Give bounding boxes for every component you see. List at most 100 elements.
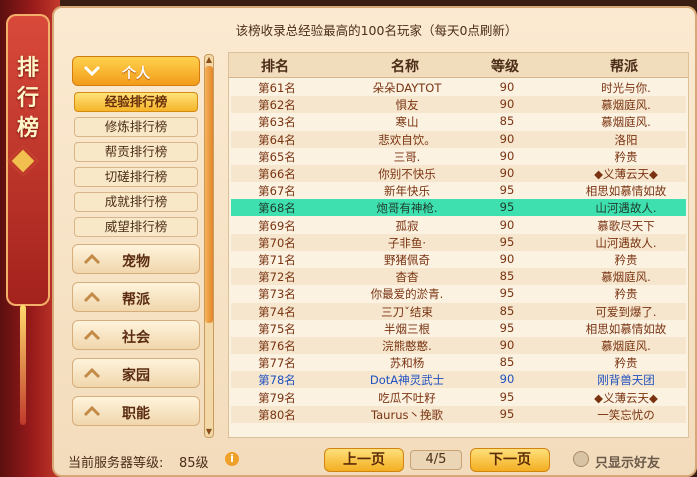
guild-cell: 可爱到爆了. (595, 304, 657, 319)
rank-cell: 第67名 (258, 184, 296, 199)
friends-only-label[interactable]: 只显示好友 (595, 452, 660, 471)
side-title-char: 行 (16, 86, 39, 111)
guild-cell: 一笑忘忧の (597, 407, 655, 422)
rank-cell: 第66名 (258, 167, 296, 181)
table-row[interactable]: 第61名 朵朵DAYTOT 90 时光与你. (231, 79, 686, 96)
level-cell: 95 (499, 183, 515, 198)
side-title-char: 排 (16, 56, 39, 81)
table-row[interactable]: 第76名 浣熊憨憨. 90 慕烟庭风. (231, 337, 686, 354)
rank-cell: 第68名 (258, 201, 296, 216)
guild-cell: 矜贵 (614, 253, 638, 267)
category-home[interactable]: 家园 (72, 358, 200, 388)
guild-cell: ◆义薄云天◆ (594, 390, 658, 405)
table-row[interactable]: 第73名 你最爱的淤青. 95 矜贵 (231, 285, 686, 302)
rank-cell: 第62名 (258, 98, 296, 113)
sub-cultivation-ranking[interactable]: 修炼排行榜 (74, 117, 198, 137)
scroll-up-icon[interactable]: ▲ (205, 55, 213, 65)
guild-cell: 时光与你. (601, 81, 651, 95)
column-header-level: 等级 (491, 59, 519, 75)
rank-cell: 第69名 (258, 218, 296, 233)
side-title-char: 榜 (16, 116, 39, 141)
sub-experience-ranking[interactable]: 经验排行榜 (74, 92, 198, 112)
sub-achievement-ranking[interactable]: 成就排行榜 (74, 192, 198, 212)
table-row[interactable]: 第75名 半烟三根 95 相思如慕情如故 (231, 320, 686, 337)
category-label: 家园 (122, 368, 150, 384)
rank-cell: 第70名 (258, 235, 296, 250)
level-cell: 95 (499, 286, 515, 301)
level-cell: 90 (499, 131, 515, 146)
category-list: 个人 经验排行榜 修炼排行榜 帮贡排行榜 切磋排行榜 成就排行榜 威望排行榜 宠… (72, 54, 202, 432)
column-header-rank: 排名 (261, 59, 289, 75)
level-cell: 95 (499, 389, 515, 404)
column-header-guild: 帮派 (610, 59, 638, 75)
next-page-button[interactable]: 下一页 (470, 448, 550, 472)
rank-cell: 第74名 (258, 304, 296, 319)
category-personal[interactable]: 个人 (72, 56, 200, 86)
table-row[interactable]: 第70名 子非鱼· 95 山河遇故人. (231, 233, 686, 251)
table-row[interactable]: 第74名 三刀ˇ结束 85 可爱到爆了. (231, 302, 686, 320)
level-cell: 90 (499, 166, 515, 180)
guild-cell: 慕烟庭风. (601, 115, 651, 130)
table-row[interactable]: 第68名 炮哥有神枪. 95 山河遇故人. (231, 199, 686, 217)
table-header: 排名 名称 等级 帮派 (229, 53, 688, 78)
rank-cell: 第63名 (258, 115, 296, 130)
level-cell: 95 (499, 406, 515, 421)
level-cell: 90 (499, 148, 515, 163)
table-row[interactable]: 第67名 新年快乐 95 相思如慕情如故 (231, 182, 686, 199)
rank-cell: 第75名 (258, 321, 296, 336)
table-row[interactable]: 第62名 惧友 90 慕烟庭风. (231, 96, 686, 114)
rank-cell: 第65名 (258, 149, 296, 164)
leaderboard-side-title: 排 行 榜 (6, 54, 50, 144)
table-row[interactable]: 第72名 杳杳 85 慕烟庭风. (231, 268, 686, 286)
table-row[interactable]: 第63名 寒山 85 慕烟庭风. (231, 113, 686, 130)
rank-cell: 第76名 (258, 339, 296, 353)
guild-cell: 慕烟庭风. (601, 98, 651, 113)
scroll-down-icon[interactable]: ▼ (205, 427, 213, 437)
table-row[interactable]: 第80名 Taurus丶挽歌 95 一笑忘忧の (231, 405, 686, 423)
category-label: 个人 (122, 66, 150, 82)
level-cell: 95 (499, 234, 515, 249)
table-row[interactable]: 第77名 苏和杨 85 矜贵 (231, 354, 686, 371)
table-row[interactable]: 第64名 悲欢自饮。 90 洛阳 (231, 130, 686, 148)
level-cell: 85 (499, 114, 515, 129)
friends-only-radio[interactable] (573, 451, 589, 467)
category-label: 社会 (122, 330, 150, 346)
table-row[interactable]: 第79名 吃瓜不吐籽 95 ◆义薄云天◆ (231, 389, 686, 406)
table-row[interactable]: 第71名 野猪佩奇 90 矜贵 (231, 251, 686, 268)
level-cell: 90 (499, 80, 515, 94)
category-scrollbar-thumb[interactable] (205, 66, 213, 323)
guild-cell: 刚背兽天团 (597, 373, 655, 388)
table-row[interactable]: 第65名 三哥. 90 矜贵 (231, 148, 686, 165)
guild-cell: 山河遇故人. (595, 201, 657, 216)
category-guild[interactable]: 帮派 (72, 282, 200, 312)
guild-cell: 相思如慕情如故 (585, 184, 667, 199)
category-label: 宠物 (122, 254, 150, 270)
table-row[interactable]: 第66名 你别不快乐 90 ◆义薄云天◆ (231, 165, 686, 182)
table-row[interactable]: 第69名 孤寂 90 慕歌尽天下 (231, 217, 686, 234)
category-social[interactable]: 社会 (72, 320, 200, 350)
guild-cell: 慕歌尽天下 (597, 218, 655, 233)
level-cell: 90 (499, 252, 515, 266)
category-function[interactable]: 职能 (72, 396, 200, 426)
rank-cell: 第80名 (258, 407, 296, 422)
rank-cell: 第71名 (258, 253, 296, 267)
prev-page-button[interactable]: 上一页 (324, 448, 404, 472)
level-cell: 90 (499, 338, 515, 352)
guild-cell: 山河遇故人. (595, 235, 657, 250)
sub-prestige-ranking[interactable]: 威望排行榜 (74, 217, 198, 237)
rank-cell: 第77名 (258, 356, 296, 371)
level-cell: 90 (499, 372, 515, 387)
rank-cell: 第61名 (258, 81, 296, 95)
table-row[interactable]: 第78名 DotA神灵武士 90 刚背兽天团 (231, 371, 686, 389)
tassel-decoration (20, 305, 26, 425)
category-pet[interactable]: 宠物 (72, 244, 200, 274)
rank-cell: 第73名 (258, 287, 296, 302)
guild-cell: ◆义薄云天◆ (594, 167, 658, 181)
guild-cell: 矜贵 (614, 149, 638, 164)
guild-cell: 矜贵 (614, 356, 638, 371)
rank-cell: 第64名 (258, 132, 296, 147)
sub-duel-ranking[interactable]: 切磋排行榜 (74, 167, 198, 187)
level-cell: 85 (499, 303, 515, 318)
info-icon[interactable]: i (225, 452, 239, 466)
sub-contribution-ranking[interactable]: 帮贡排行榜 (74, 142, 198, 162)
